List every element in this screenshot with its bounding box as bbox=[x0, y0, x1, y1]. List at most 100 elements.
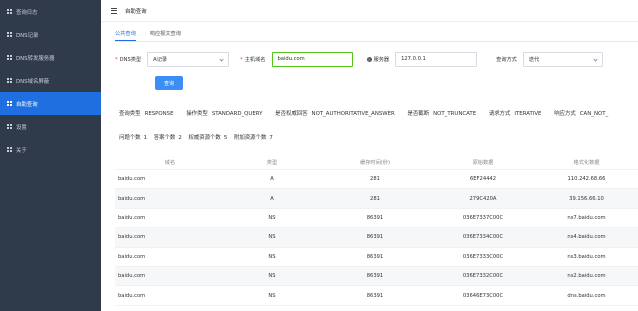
cell-ttl: 86391 bbox=[366, 234, 384, 241]
cell-ttl: 86391 bbox=[366, 292, 384, 299]
dns-type-label: * DNS类型 bbox=[115, 56, 142, 63]
query-form: * DNS类型 A记录 * 主机域名 baidu.com i 服务器 127.0.0.… bbox=[115, 51, 638, 67]
flag-key: 操作类型 bbox=[186, 111, 208, 117]
cell-formatted: 110.242.68.66 bbox=[567, 176, 606, 183]
grid-icon bbox=[7, 9, 12, 14]
dns-type-value: A记录 bbox=[153, 56, 168, 63]
result-table: 域名 类型 缓存时间(秒) 原始数据 格式化数据 baidu.com A 281… bbox=[115, 155, 638, 306]
column-header-ttl: 缓存时间(秒) bbox=[360, 159, 390, 166]
tab-bar: 公共查询 响应报文查询 bbox=[115, 30, 181, 41]
flag-value: NOT_AUTHORITATIVE_ANSWER bbox=[311, 111, 395, 117]
cell-domain: baidu.com bbox=[118, 253, 146, 260]
grid-icon bbox=[7, 147, 12, 152]
cell-domain: baidu.com bbox=[118, 292, 146, 299]
flag-value: STANDARD_QUERY bbox=[211, 111, 263, 117]
cell-domain: baidu.com bbox=[118, 273, 146, 280]
column-header-formatted: 格式化数据 bbox=[573, 159, 600, 166]
host-input[interactable]: baidu.com bbox=[271, 51, 353, 67]
flag-key: 请求方式 bbox=[488, 111, 511, 117]
cell-domain: baidu.com bbox=[118, 195, 146, 202]
grid-icon bbox=[7, 55, 12, 60]
query-button[interactable]: 查询 bbox=[155, 76, 183, 90]
mode-select[interactable]: 迭代 bbox=[522, 51, 603, 67]
table-row: baidu.com NS 86391 036E7337C00C ns7.baid… bbox=[115, 209, 638, 229]
table-row: baidu.com NS 86391 036E7334C00C ns4.baid… bbox=[115, 228, 638, 248]
cell-ttl: 86391 bbox=[366, 253, 384, 260]
cell-type: NS bbox=[268, 234, 276, 241]
cell-raw: 6EF24442 bbox=[469, 176, 497, 183]
tab-response-query[interactable]: 响应报文查询 bbox=[150, 30, 181, 41]
flag-key: 是否截断 bbox=[407, 111, 430, 117]
header-bar: 自助查询 bbox=[101, 0, 638, 22]
grid-icon bbox=[7, 101, 12, 106]
page-title: 自助查询 bbox=[125, 8, 147, 15]
info-icon: i bbox=[366, 56, 372, 62]
cell-domain: baidu.com bbox=[118, 234, 146, 241]
cell-ttl: 86391 bbox=[366, 273, 384, 280]
cell-raw: 036E7334C00C bbox=[462, 234, 504, 241]
grid-icon bbox=[7, 32, 12, 37]
table-row: baidu.com NS 86391 036E7332C00C ns2.baid… bbox=[115, 266, 638, 287]
cell-raw: 036E7333C00C bbox=[462, 253, 504, 260]
flag-value: RESPONSE bbox=[144, 111, 174, 117]
cell-formatted: ns4.baidu.com bbox=[567, 234, 606, 241]
mode-value: 迭代 bbox=[528, 56, 540, 63]
flag-value: NOT_TRUNCATE bbox=[433, 111, 477, 117]
flag-key: 查询类型 bbox=[119, 111, 141, 117]
cell-formatted: dns.baidu.com bbox=[567, 292, 606, 299]
sidebar-item-label: 自助查询 bbox=[16, 101, 38, 108]
sidebar-item-dns-forwarders[interactable]: DNS转发服务器 bbox=[0, 46, 101, 69]
count-value: 5 bbox=[223, 135, 228, 141]
sidebar-item-label: 查询日志 bbox=[16, 9, 38, 16]
server-label: i 服务器 bbox=[366, 56, 390, 63]
count-key: 附加资源个数 bbox=[233, 135, 267, 141]
host-value: baidu.com bbox=[277, 56, 305, 62]
sidebar-item-dns-records[interactable]: DNS记录 bbox=[0, 23, 101, 46]
cell-type: NS bbox=[268, 273, 276, 280]
cell-raw: 279C420A bbox=[469, 195, 497, 202]
response-flags: 查询类型 RESPONSE 操作类型 STANDARD_QUERY 是否权威回答 NO… bbox=[119, 109, 619, 117]
sidebar-item-label: 设置 bbox=[16, 124, 27, 131]
grid-icon bbox=[7, 78, 12, 83]
mode-label: 查询方式 bbox=[496, 56, 517, 63]
cell-ttl: 86391 bbox=[366, 214, 384, 221]
count-key: 权威资源个数 bbox=[188, 135, 221, 141]
cell-formatted: ns2.baidu.com bbox=[567, 273, 606, 280]
cell-ttl: 281 bbox=[370, 195, 380, 202]
server-value: 127.0.0.1 bbox=[401, 56, 426, 62]
sidebar-item-about[interactable]: 关于 bbox=[0, 138, 101, 161]
table-row: baidu.com NS 86391 036E7333C00C ns3.baid… bbox=[115, 248, 638, 267]
column-header-raw: 原始数据 bbox=[472, 159, 494, 166]
tab-public-query[interactable]: 公共查询 bbox=[115, 30, 136, 41]
flag-value: ITERATIVE bbox=[514, 111, 542, 117]
count-value: 2 bbox=[178, 135, 182, 141]
cell-type: A bbox=[270, 195, 274, 202]
column-header-domain: 域名 bbox=[164, 159, 176, 166]
cell-raw: 03646E73C00C bbox=[462, 292, 504, 299]
sidebar-item-settings[interactable]: 设置 bbox=[0, 115, 101, 138]
cell-formatted: 39.156.66.10 bbox=[569, 195, 604, 202]
sidebar-item-self-query[interactable]: 自助查询 bbox=[0, 92, 101, 115]
table-row: baidu.com A 281 6EF24442 110.242.68.66 bbox=[115, 170, 638, 190]
cell-ttl: 281 bbox=[370, 176, 380, 183]
host-label: * 主机域名 bbox=[240, 56, 266, 63]
cell-type: A bbox=[270, 176, 274, 183]
cell-domain: baidu.com bbox=[118, 214, 146, 221]
dns-type-select[interactable]: A记录 bbox=[147, 51, 230, 67]
table-row: baidu.com A 281 279C420A 39.156.66.10 bbox=[115, 189, 638, 209]
cell-type: NS bbox=[268, 214, 276, 221]
table-header: 域名 类型 缓存时间(秒) 原始数据 格式化数据 bbox=[115, 155, 638, 170]
grid-icon bbox=[7, 124, 12, 129]
server-input[interactable]: 127.0.0.1 bbox=[395, 51, 478, 67]
chevron-down-icon bbox=[593, 56, 598, 62]
menu-icon[interactable] bbox=[111, 7, 117, 14]
sidebar-item-query-log[interactable]: 查询日志 bbox=[0, 0, 101, 23]
sidebar-item-dns-blocking[interactable]: DNS域名屏蔽 bbox=[0, 69, 101, 92]
cell-formatted: ns7.baidu.com bbox=[567, 214, 606, 221]
main-content: 自助查询 公共查询 响应报文查询 * DNS类型 A记录 * 主机域名 baidu.… bbox=[101, 0, 638, 311]
sidebar-item-label: DNS记录 bbox=[16, 32, 39, 39]
cell-type: NS bbox=[268, 292, 276, 299]
chevron-down-icon bbox=[219, 56, 224, 62]
cell-raw: 036E7332C00C bbox=[462, 273, 504, 280]
flag-key: 是否权威回答 bbox=[275, 111, 308, 117]
